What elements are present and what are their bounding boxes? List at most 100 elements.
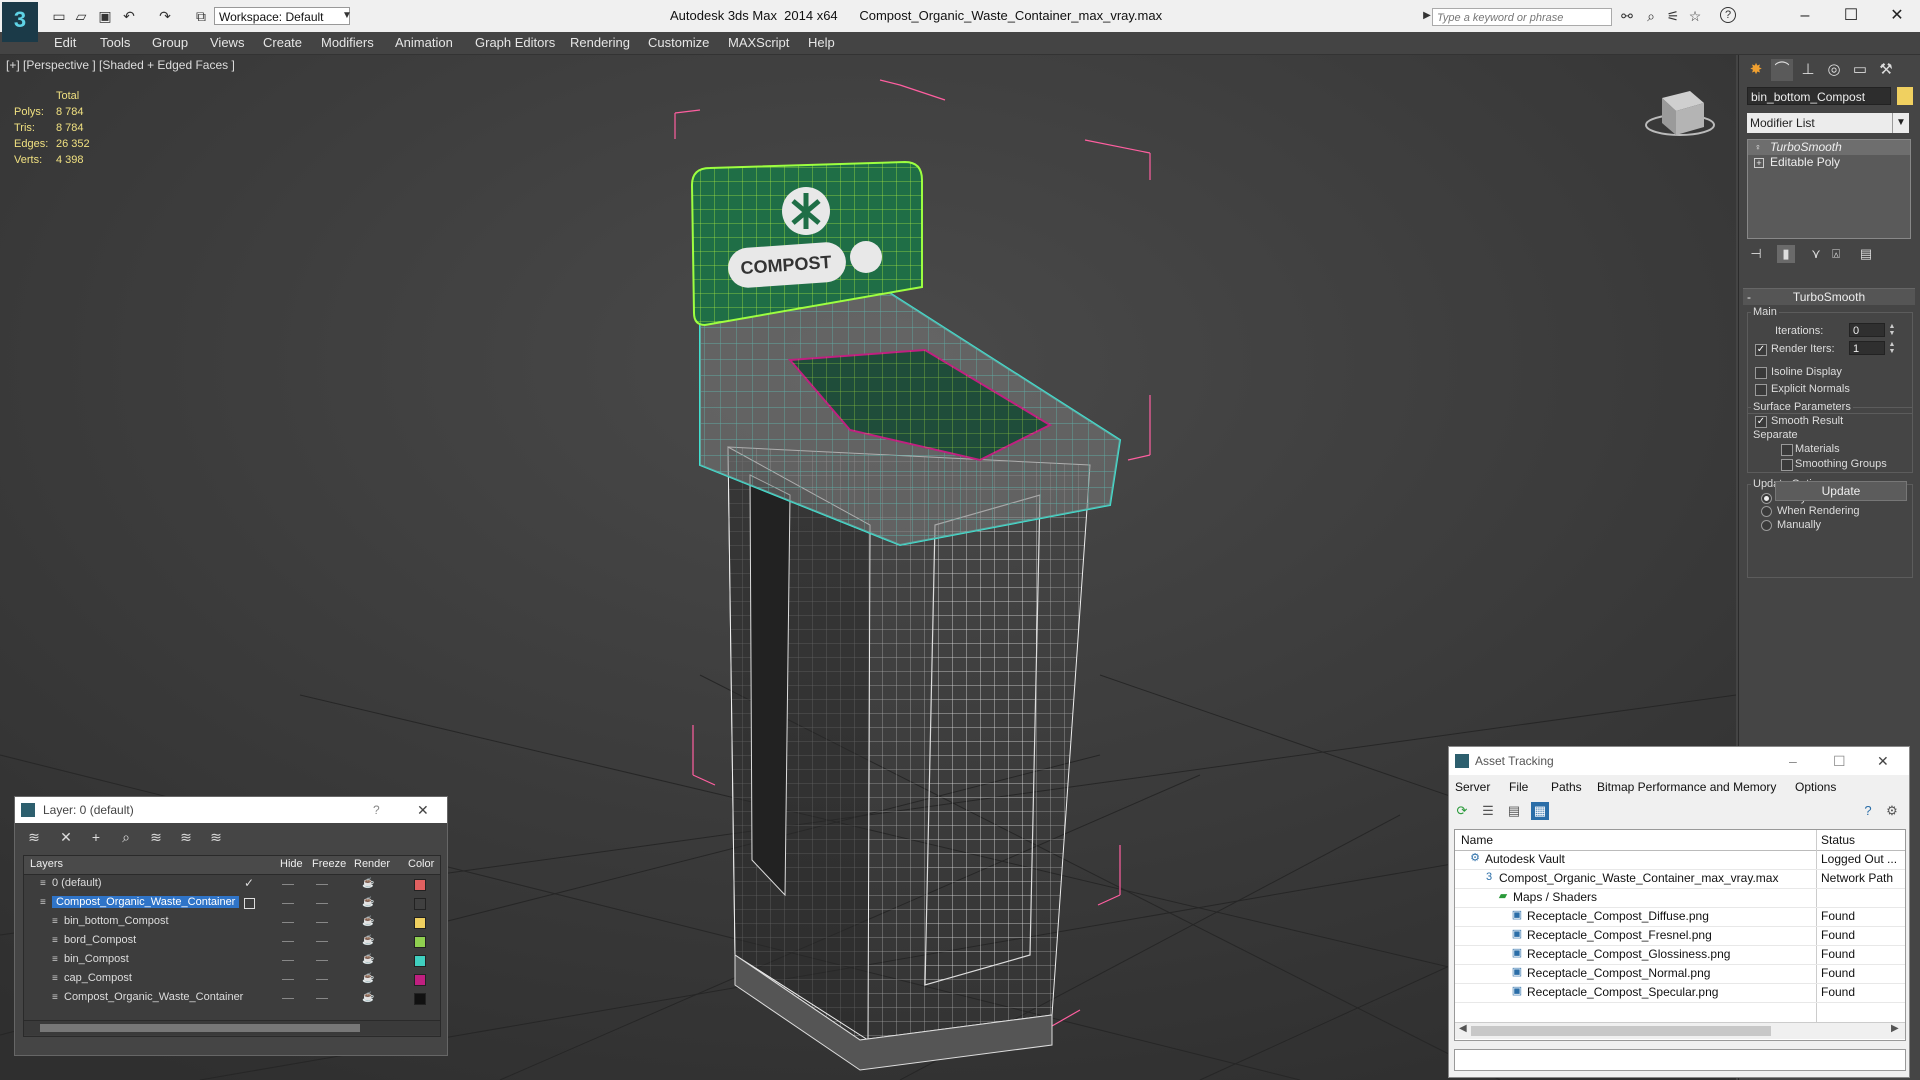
layer-color-swatch[interactable]	[414, 879, 426, 891]
open-icon[interactable]: ▱	[72, 7, 90, 25]
current-layer-check-icon[interactable]: ✓	[244, 876, 254, 890]
show-end-result-icon[interactable]: ▮	[1777, 245, 1795, 263]
render-iters-spinner[interactable]: 1	[1849, 341, 1885, 355]
favorites-star-icon[interactable]: ☆	[1686, 7, 1704, 25]
select-objects-icon[interactable]: ⌕	[117, 828, 135, 846]
scrollbar-thumb[interactable]	[40, 1024, 360, 1032]
binoculars-icon[interactable]: ⚯	[1618, 7, 1636, 25]
stack-item-turbosmooth[interactable]: ♀ TurboSmooth	[1748, 140, 1910, 155]
object-color-swatch[interactable]	[1897, 87, 1913, 105]
freeze-toggle[interactable]	[316, 998, 328, 999]
scroll-right-icon[interactable]: ▶	[1891, 1023, 1899, 1034]
rollout-turbosmooth-header[interactable]: - TurboSmooth	[1743, 288, 1915, 305]
menu-options[interactable]: Options	[1795, 780, 1836, 794]
isoline-display-checkbox[interactable]	[1755, 367, 1767, 379]
help-icon[interactable]: ?	[1859, 802, 1877, 820]
redo-icon[interactable]: ↷	[156, 7, 174, 25]
remove-modifier-icon[interactable]: ⍓	[1827, 245, 1845, 263]
teapot-render-icon[interactable]: ☕	[362, 897, 374, 908]
delete-layer-icon[interactable]: ✕	[57, 828, 75, 846]
layer-name[interactable]: bin_Compost	[64, 953, 129, 965]
menu-bitmap-performance[interactable]: Bitmap Performance and Memory	[1597, 780, 1776, 794]
help-icon[interactable]: ?	[1720, 7, 1736, 23]
undo-icon[interactable]: ↶	[120, 7, 138, 25]
menu-help[interactable]: Help	[808, 35, 835, 50]
asset-row[interactable]: ▣ Receptacle_Compost_Glossiness.png Found	[1455, 945, 1905, 965]
update-manually-radio[interactable]	[1761, 520, 1772, 531]
asset-row[interactable]: 3 Compost_Organic_Waste_Container_max_vra…	[1455, 869, 1905, 889]
layer-color-swatch[interactable]	[414, 917, 426, 929]
layer-name[interactable]: Compost_Organic_Waste_Container	[52, 896, 240, 908]
horizontal-scrollbar[interactable]	[24, 1020, 440, 1035]
menu-edit[interactable]: Edit	[54, 35, 76, 50]
column-status[interactable]: Status	[1821, 833, 1855, 847]
scroll-left-icon[interactable]: ◀	[1459, 1023, 1467, 1034]
select-icon[interactable]: ⧉	[192, 7, 210, 25]
update-when-rendering-radio[interactable]	[1761, 506, 1772, 517]
column-freeze[interactable]: Freeze	[312, 858, 346, 870]
menu-rendering[interactable]: Rendering	[570, 35, 630, 50]
freeze-toggle[interactable]	[316, 979, 328, 980]
explicit-normals-checkbox[interactable]	[1755, 384, 1767, 396]
layer-color-swatch[interactable]	[414, 974, 426, 986]
column-layers[interactable]: Layers	[30, 858, 63, 870]
column-hide[interactable]: Hide	[280, 858, 303, 870]
minimize-button[interactable]: –	[1788, 4, 1822, 28]
close-button[interactable]: ✕	[1880, 4, 1914, 28]
stack-item-editable-poly[interactable]: + Editable Poly	[1748, 155, 1910, 170]
menu-customize[interactable]: Customize	[648, 35, 709, 50]
close-button[interactable]: ✕	[1877, 747, 1889, 775]
hide-toggle[interactable]	[282, 903, 294, 904]
hierarchy-tab-icon[interactable]: ⊥	[1797, 59, 1819, 81]
teapot-render-icon[interactable]: ☕	[362, 954, 374, 965]
chevron-down-icon[interactable]: ▼	[342, 7, 356, 25]
freeze-all-layers-icon[interactable]: ≋	[207, 828, 225, 846]
iterations-spinner[interactable]: 0	[1849, 323, 1885, 337]
hide-toggle[interactable]	[282, 922, 294, 923]
layer-name[interactable]: 0 (default)	[52, 877, 102, 889]
asset-row[interactable]: ▣ Receptacle_Compost_Diffuse.png Found	[1455, 907, 1905, 927]
hide-toggle[interactable]	[282, 941, 294, 942]
layer-name[interactable]: Compost_Organic_Waste_Container	[64, 991, 243, 1003]
list-view-icon[interactable]: ☰	[1479, 802, 1497, 820]
asset-row[interactable]: ▰ Maps / Shaders	[1455, 888, 1905, 908]
modifier-list-dropdown[interactable]: Modifier List ▼	[1747, 113, 1909, 133]
freeze-toggle[interactable]	[316, 941, 328, 942]
column-color[interactable]: Color	[408, 858, 434, 870]
layer-row[interactable]: ≡ 0 (default) ✓ ☕	[24, 875, 440, 894]
hide-toggle[interactable]	[282, 884, 294, 885]
hide-all-layers-icon[interactable]: ≋	[177, 828, 195, 846]
asset-row[interactable]: ▣ Receptacle_Compost_Normal.png Found	[1455, 964, 1905, 984]
column-render[interactable]: Render	[354, 858, 390, 870]
make-unique-icon[interactable]: ⋎	[1807, 245, 1825, 263]
create-tab-icon[interactable]: ✸	[1745, 59, 1767, 81]
layer-manager-icon[interactable]: ≋	[25, 828, 43, 846]
settings-icon[interactable]: ⚙	[1883, 802, 1901, 820]
layer-row[interactable]: ≡ Compost_Organic_Waste_Container ☕	[24, 989, 440, 1008]
motion-tab-icon[interactable]: ◎	[1823, 59, 1845, 81]
menu-create[interactable]: Create	[263, 35, 302, 50]
update-always-radio[interactable]	[1761, 493, 1772, 504]
workspace-dropdown[interactable]: Workspace: Default	[214, 7, 350, 25]
close-icon[interactable]: ✕	[417, 797, 429, 823]
menu-maxscript[interactable]: MAXScript	[728, 35, 789, 50]
spinner-arrows-icon[interactable]: ▲ ▼	[1887, 341, 1897, 355]
menu-server[interactable]: Server	[1455, 780, 1490, 794]
maximize-button[interactable]: ☐	[1833, 747, 1846, 775]
asset-row[interactable]: ⚙ Autodesk Vault Logged Out ...	[1455, 850, 1905, 870]
freeze-toggle[interactable]	[316, 884, 328, 885]
hide-toggle[interactable]	[282, 998, 294, 999]
asset-window-titlebar[interactable]: Asset Tracking – ☐ ✕	[1449, 747, 1909, 775]
asset-row[interactable]: ▣ Receptacle_Compost_Fresnel.png Found	[1455, 926, 1905, 946]
app-logo-icon[interactable]: 3	[2, 2, 38, 42]
current-layer-box-icon[interactable]	[244, 898, 255, 909]
teapot-render-icon[interactable]: ☕	[362, 992, 374, 1003]
layer-window-titlebar[interactable]: Layer: 0 (default) ? ✕	[15, 797, 447, 823]
horizontal-scrollbar[interactable]: ◀ ▶	[1455, 1022, 1905, 1039]
layer-row[interactable]: ≡ bin_Compost ☕	[24, 951, 440, 970]
layer-color-swatch[interactable]	[414, 936, 426, 948]
teapot-render-icon[interactable]: ☕	[362, 916, 374, 927]
teapot-render-icon[interactable]: ☕	[362, 973, 374, 984]
hide-toggle[interactable]	[282, 979, 294, 980]
add-to-layer-icon[interactable]: +	[87, 828, 105, 846]
